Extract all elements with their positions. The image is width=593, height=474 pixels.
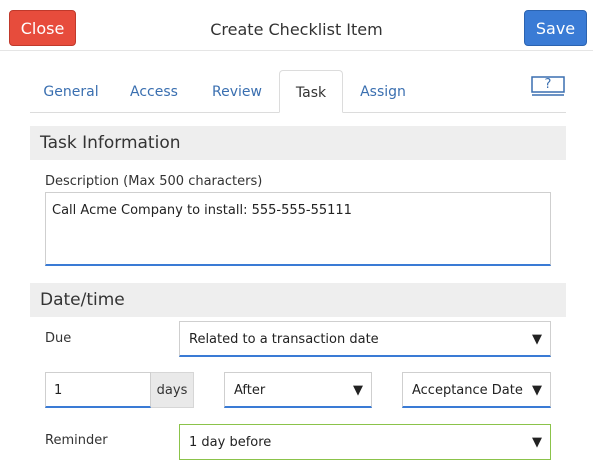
reminder-select[interactable]: 1 day before ▼ <box>179 424 551 460</box>
date-reference-select[interactable]: Acceptance Date ▼ <box>402 372 551 408</box>
tab-review[interactable]: Review <box>200 70 274 112</box>
chevron-down-icon: ▼ <box>532 435 542 450</box>
help-icon[interactable]: ? <box>531 76 565 96</box>
section-task-information: Task Information <box>30 126 566 160</box>
modal-header: Close Create Checklist Item Save <box>0 0 593 51</box>
offset-input[interactable]: 1 <box>45 372 151 408</box>
tab-task[interactable]: Task <box>279 70 343 113</box>
tab-assign[interactable]: Assign <box>348 70 418 112</box>
chevron-down-icon: ▼ <box>532 332 542 347</box>
help-label: ? <box>544 77 552 92</box>
description-textarea[interactable]: Call Acme Company to install: 555-555-55… <box>45 192 551 266</box>
relation-select[interactable]: After ▼ <box>224 372 372 408</box>
offset-unit-addon: days <box>151 372 194 408</box>
tab-access[interactable]: Access <box>118 70 190 112</box>
reminder-label: Reminder <box>45 433 108 448</box>
section-date-time: Date/time <box>30 283 566 317</box>
relation-select-value: After <box>234 383 266 398</box>
due-select[interactable]: Related to a transaction date ▼ <box>179 321 551 357</box>
description-label: Description (Max 500 characters) <box>45 174 263 189</box>
due-select-value: Related to a transaction date <box>189 332 379 347</box>
chevron-down-icon: ▼ <box>532 383 542 398</box>
reminder-select-value: 1 day before <box>189 435 272 450</box>
date-reference-select-value: Acceptance Date <box>412 383 523 398</box>
page-title: Create Checklist Item <box>210 20 383 39</box>
save-button[interactable]: Save <box>524 10 587 46</box>
tab-bar: General Access Review Task Assign <box>30 70 566 113</box>
due-label: Due <box>45 331 72 346</box>
chevron-down-icon: ▼ <box>353 383 363 398</box>
tab-general[interactable]: General <box>30 70 112 112</box>
